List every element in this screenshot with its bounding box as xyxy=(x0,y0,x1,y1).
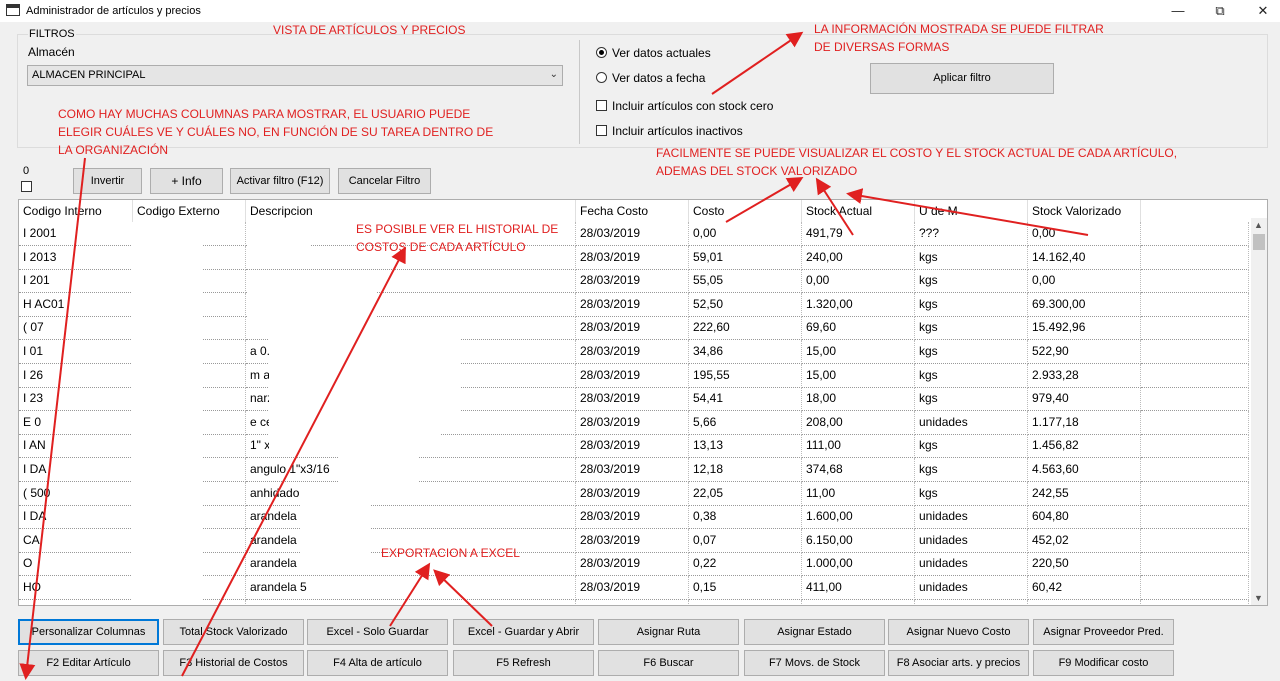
arrow-stock-valued xyxy=(846,188,1089,236)
arrow-stock xyxy=(815,177,854,236)
arrow-history xyxy=(181,246,406,677)
arrow-filter xyxy=(711,31,804,95)
annotation-arrows xyxy=(19,31,1089,680)
arrow-excel-save xyxy=(389,562,431,627)
arrow-cost xyxy=(725,176,804,223)
arrow-columns xyxy=(19,157,86,680)
arrow-excel-open xyxy=(433,569,493,627)
